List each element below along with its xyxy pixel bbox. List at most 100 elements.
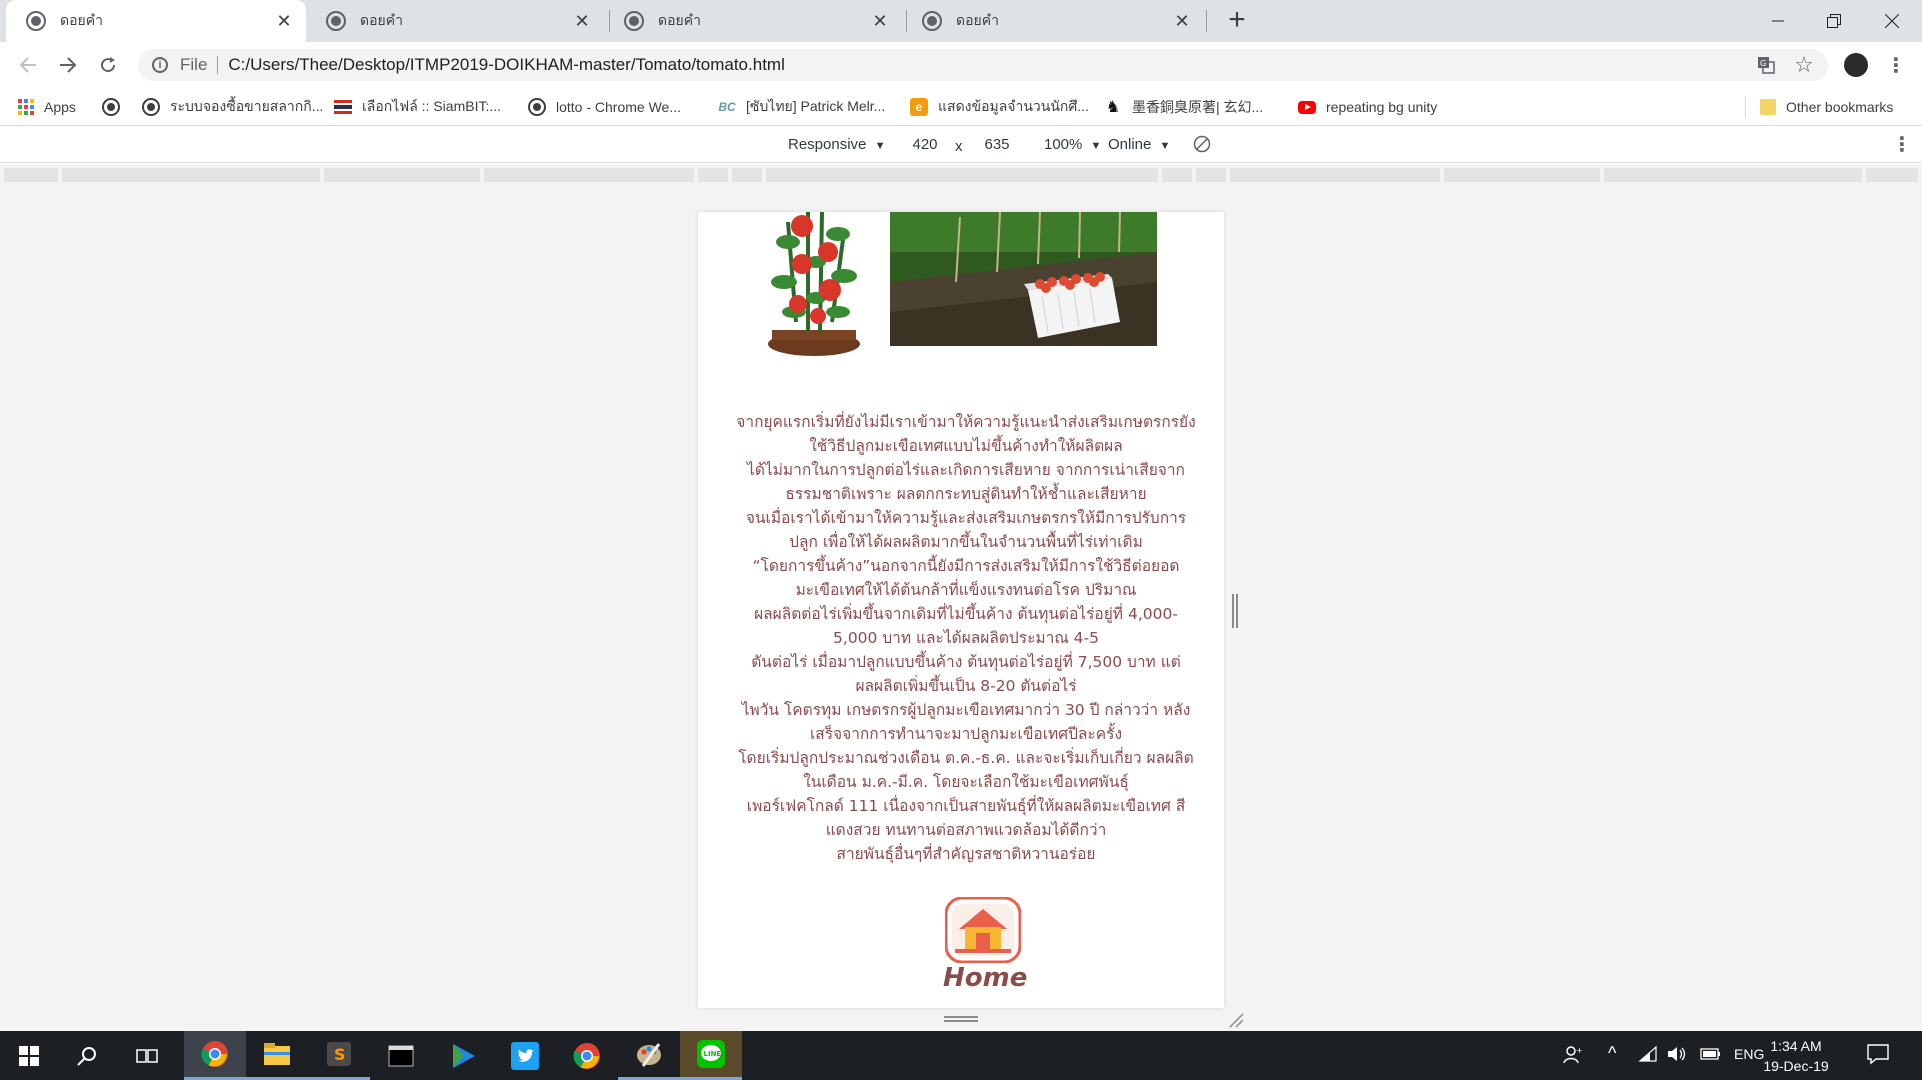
- wifi-icon[interactable]: [1638, 1045, 1658, 1066]
- media-query-bar[interactable]: [766, 168, 1158, 182]
- media-query-bar[interactable]: [1604, 168, 1862, 182]
- device-more-icon[interactable]: ⋮: [1892, 132, 1912, 157]
- story-line: ธรรมชาติเพราะ ผลตกกระทบสู่ดินทำให้ช้ำและ…: [785, 485, 1147, 503]
- orange-app-icon: e: [910, 98, 928, 116]
- new-tab-button[interactable]: +: [1222, 5, 1252, 36]
- close-window-button[interactable]: [1864, 0, 1920, 42]
- home-icon: [945, 897, 1021, 963]
- bookmark-siambit[interactable]: เลือกไฟล์ :: SiamBIT:...: [334, 96, 501, 118]
- globe-icon: [528, 98, 546, 116]
- taskbar-terminal[interactable]: [370, 1031, 432, 1080]
- start-button[interactable]: [0, 1031, 58, 1080]
- resize-handle-right[interactable]: [1232, 594, 1238, 628]
- resize-corner-handle[interactable]: [1228, 1012, 1244, 1028]
- resize-handle-bottom[interactable]: [944, 1016, 978, 1022]
- person-icon: +: [1563, 1046, 1583, 1064]
- emulated-page[interactable]: จากยุคแรกเริ่มที่ยังไม่มีเราเข้ามาให้ควา…: [698, 212, 1224, 1008]
- back-button[interactable]: [12, 49, 44, 81]
- device-select[interactable]: Responsive ▼: [788, 136, 885, 153]
- story-line: โดยเริ่มปลูกประมาณช่วงเดือน ต.ค.-ธ.ค. แล…: [738, 749, 1194, 767]
- forward-button[interactable]: [52, 49, 84, 81]
- close-tab-icon[interactable]: ✕: [1172, 11, 1192, 31]
- address-bar[interactable]: i File C:/Users/Thee/Desktop/ITMP2019-DO…: [138, 49, 1828, 81]
- home-button[interactable]: Home: [943, 897, 1027, 997]
- svg-text:LINE: LINE: [704, 1050, 722, 1058]
- zoom-select[interactable]: 100% ▼: [1044, 136, 1101, 153]
- notification-center-button[interactable]: [1866, 1043, 1890, 1068]
- height-input[interactable]: 635: [972, 133, 1022, 157]
- taskbar-media-player[interactable]: [432, 1031, 494, 1080]
- story-line: ผลผลิตต่อไร่เพิ่มขึ้นจากเดิมที่ไม่ขึ้นค้…: [754, 605, 1178, 623]
- globe-icon: [142, 98, 160, 116]
- media-query-bar[interactable]: [324, 168, 480, 182]
- close-tab-icon[interactable]: ✕: [274, 11, 294, 31]
- taskbar-sublime[interactable]: S: [308, 1031, 370, 1080]
- tab-title: ดอยคำ: [60, 12, 103, 28]
- media-query-bar[interactable]: [1162, 168, 1192, 182]
- chevron-up-icon[interactable]: ^: [1608, 1043, 1616, 1064]
- media-query-bar[interactable]: [1866, 168, 1918, 182]
- globe-icon: [102, 98, 120, 116]
- url-text[interactable]: C:/Users/Thee/Desktop/ITMP2019-DOIKHAM-m…: [228, 55, 784, 75]
- network-select[interactable]: Online ▼: [1108, 136, 1170, 153]
- width-input[interactable]: 420: [900, 133, 950, 157]
- taskbar-chrome-2[interactable]: [556, 1031, 618, 1080]
- bookmark-label: [ซับไทย] Patrick Melr...: [746, 98, 886, 114]
- dropdown-arrow-icon: ▼: [1159, 140, 1171, 152]
- close-tab-icon[interactable]: ✕: [870, 11, 890, 31]
- bookmark-star-button[interactable]: ☆: [1788, 49, 1820, 81]
- media-query-bar[interactable]: [62, 168, 320, 182]
- bookmark-patrick[interactable]: BC [ซับไทย] Patrick Melr...: [718, 96, 885, 118]
- media-query-bar[interactable]: [484, 168, 694, 182]
- story-line: ในเดือน ม.ค.-มี.ค. โดยจะเลือกใช้มะเขือเท…: [803, 773, 1129, 791]
- people-icon[interactable]: +: [1562, 1045, 1583, 1068]
- bookmark-apps[interactable]: Apps: [18, 96, 76, 118]
- taskbar-paint[interactable]: [618, 1031, 680, 1080]
- media-query-ruler: [0, 164, 1922, 186]
- info-icon[interactable]: i: [152, 57, 168, 73]
- reload-button[interactable]: [92, 49, 124, 81]
- bookmark-globe[interactable]: [102, 96, 130, 118]
- tab-2[interactable]: ดอยคำ ✕: [306, 0, 604, 42]
- bookmark-novel[interactable]: ♞ 墨香銅臭原著| 玄幻...: [1104, 96, 1263, 118]
- battery-icon[interactable]: [1700, 1045, 1722, 1066]
- tomato-field-photo: [890, 212, 1157, 346]
- translate-button[interactable]: G: [1750, 49, 1782, 81]
- tab-3[interactable]: ดอยคำ ✕: [604, 0, 902, 42]
- search-button[interactable]: [58, 1031, 116, 1080]
- scheme-label: File: [180, 55, 208, 74]
- bookmark-youtube[interactable]: repeating bg unity: [1298, 96, 1437, 118]
- rotate-button[interactable]: [1192, 134, 1212, 158]
- story-line: 5,000 บาท และได้ผลผลิตประมาณ 4-5: [833, 629, 1099, 647]
- taskbar-chrome[interactable]: [184, 1031, 246, 1080]
- taskbar-line[interactable]: LINE: [680, 1031, 742, 1080]
- media-query-bar[interactable]: [698, 168, 728, 182]
- paint-palette-icon: [637, 1043, 661, 1067]
- bookmark-students[interactable]: e แสดงข้อมูลจำนวนนักศึ...: [910, 96, 1089, 118]
- close-tab-icon[interactable]: ✕: [572, 11, 592, 31]
- other-bookmarks[interactable]: Other bookmarks: [1760, 96, 1893, 118]
- clock[interactable]: 1:34 AM 19-Dec-19: [1756, 1036, 1836, 1076]
- profile-button[interactable]: [1840, 49, 1872, 81]
- task-view-button[interactable]: [118, 1031, 176, 1080]
- media-query-bar[interactable]: [1196, 168, 1226, 182]
- tab-1[interactable]: ดอยคำ ✕: [6, 0, 306, 42]
- menu-button[interactable]: ⋮: [1880, 49, 1912, 81]
- restore-button[interactable]: [1806, 0, 1862, 42]
- media-query-bar[interactable]: [1230, 168, 1440, 182]
- media-query-bar[interactable]: [1444, 168, 1600, 182]
- media-query-bar[interactable]: [4, 168, 58, 182]
- story-line: แดงสวย ทนทานต่อสภาพแวดล้อมได้ดีกว่า: [825, 821, 1107, 839]
- bookmark-lotto[interactable]: lotto - Chrome We...: [528, 96, 681, 118]
- minimize-button[interactable]: [1750, 0, 1806, 42]
- arrow-left-icon: [19, 57, 36, 73]
- windows-icon: [19, 1045, 39, 1066]
- taskbar-twitter[interactable]: [494, 1031, 556, 1080]
- restore-icon: [1827, 14, 1841, 28]
- tab-4[interactable]: ดอยคำ ✕: [902, 0, 1204, 42]
- taskbar-file-explorer[interactable]: [246, 1031, 308, 1080]
- media-query-bar[interactable]: [732, 168, 762, 182]
- volume-icon[interactable]: [1666, 1045, 1688, 1066]
- bookmark-lottery[interactable]: ระบบจองซื้อขายสลากกิ...: [142, 96, 323, 118]
- terminal-icon: [388, 1045, 414, 1066]
